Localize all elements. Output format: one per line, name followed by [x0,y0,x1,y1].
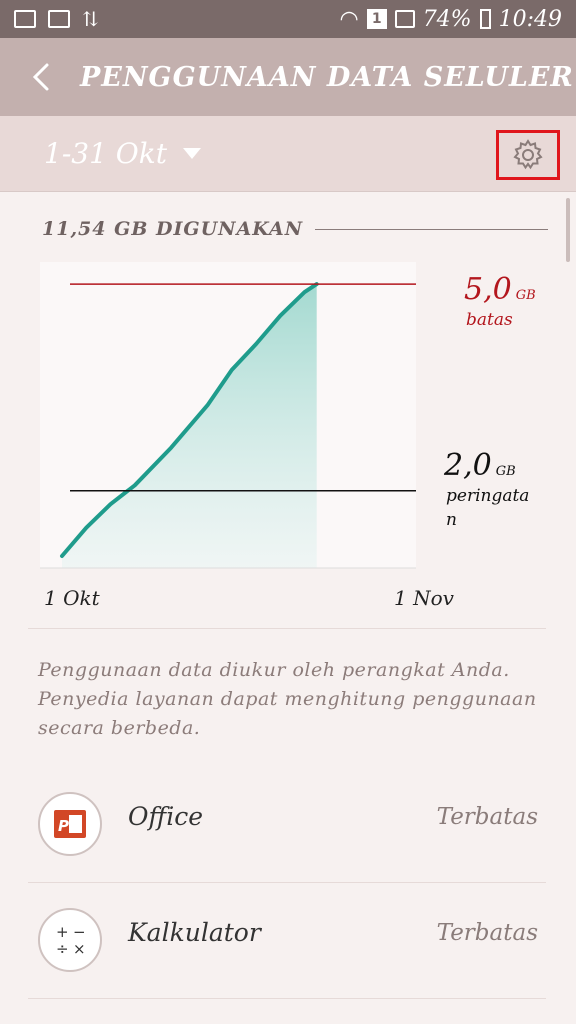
x-start-label: 1 Okt [44,586,100,610]
divider [28,998,546,999]
app-row-office[interactable]: P Office Terbatas [0,766,576,882]
signal-icon [394,10,415,28]
powerpoint-icon: P [38,792,102,856]
chart-svg [40,282,416,569]
app-status: Terbatas [436,920,538,946]
period-label: 1-31 Okt [44,137,167,170]
caret-down-icon [182,148,201,159]
warning-label: peringatan [446,486,530,530]
limit-unit: GB [515,288,536,303]
page-title: PENGGUNAAN DATA SELULER [80,61,574,93]
limit-number: 5,0 [464,272,512,307]
period-dropdown[interactable]: 1-31 Okt [44,137,201,170]
app-name: Office [128,802,203,831]
divider [28,628,546,629]
battery-percent: 74% [422,6,472,32]
gallery-icon [14,10,36,28]
settings-button[interactable] [496,130,560,180]
usage-note: Penggunaan data diukur oleh perangkat An… [38,659,537,739]
back-arrow-icon[interactable] [0,38,80,116]
battery-icon [479,9,491,29]
svg-text:P: P [58,817,69,835]
usage-total: 11,54 GB DIGUNAKAN [42,218,304,240]
period-bar: 1-31 Okt [0,116,576,192]
warning-value[interactable]: 2,0 GB [444,448,516,483]
news-icon [48,10,70,28]
svg-text:÷: ÷ [56,940,69,958]
app-row-kalkulator[interactable]: + − ÷ × Kalkulator Terbatas [0,882,576,998]
limit-label: batas [466,310,513,330]
sim-icon: 1 [366,9,387,29]
svg-text:+: + [56,923,69,941]
warning-number: 2,0 [444,448,492,483]
calculator-icon: + − ÷ × [38,908,102,972]
x-end-label: 1 Nov [394,586,454,610]
app-status: Terbatas [436,804,538,830]
clock: 10:49 [498,6,562,32]
scrollbar[interactable] [566,198,570,262]
wifi-icon: ◠ [339,6,359,32]
svg-text:−: − [73,923,86,941]
app-bar: PENGGUNAAN DATA SELULER [0,38,576,116]
usage-header: 11,54 GB DIGUNAKAN [42,214,548,244]
header-rule [315,228,548,230]
usage-chart: 5,0 GB batas 2,0 GB peringatan 1 Okt 1 Nov [40,262,542,624]
gear-icon [513,139,543,170]
svg-text:×: × [73,940,86,958]
sync-icon: ⇅ [82,7,99,31]
warning-unit: GB [495,464,516,479]
app-name: Kalkulator [128,918,261,947]
status-bar: ⇅ ◠ 1 74% 10:49 [0,0,576,38]
limit-value[interactable]: 5,0 GB [464,272,536,307]
